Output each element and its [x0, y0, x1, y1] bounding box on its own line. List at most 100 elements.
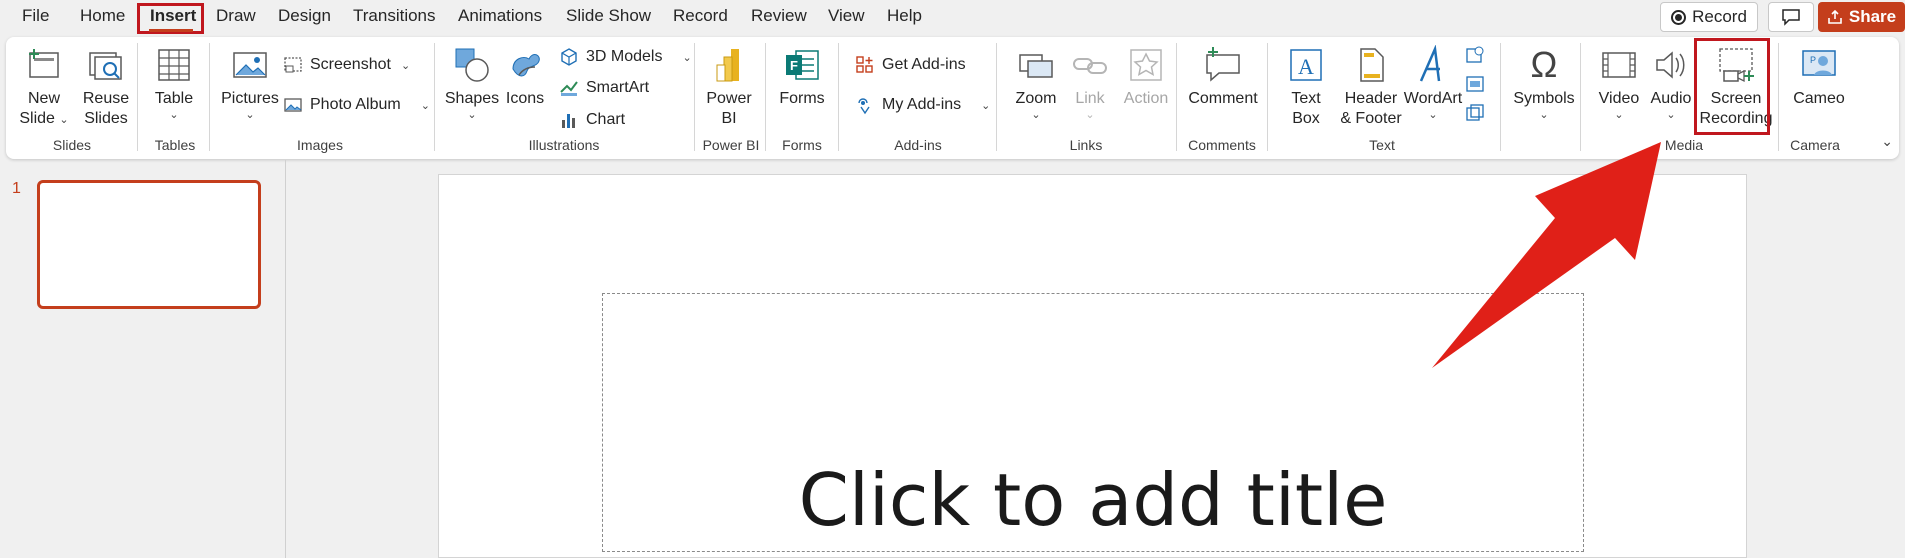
- group-label-media: Media: [1664, 137, 1704, 153]
- date-time-button[interactable]: [1464, 43, 1486, 67]
- group-label-comments: Comments: [1188, 137, 1256, 153]
- cameo-button[interactable]: P Cameo: [1788, 43, 1850, 109]
- power-bi-button[interactable]: Power BI: [706, 43, 752, 129]
- chevron-down-icon: ⌄: [400, 59, 411, 72]
- menu-animations[interactable]: Animations: [458, 6, 542, 26]
- 3d-models-button[interactable]: 3D Models ⌄: [558, 44, 692, 70]
- menu-file[interactable]: File: [22, 6, 49, 26]
- chevron-down-icon: ⌄: [1085, 109, 1095, 121]
- wordart-icon: [1411, 43, 1455, 87]
- reuse-slides-button[interactable]: Reuse Slides: [80, 43, 132, 129]
- chevron-down-icon: ⌄: [245, 109, 255, 121]
- object-button[interactable]: [1464, 101, 1486, 125]
- power-bi-label-2: BI: [721, 110, 737, 127]
- group-label-forms: Forms: [782, 137, 822, 153]
- group-separator: [1267, 43, 1268, 151]
- audio-button[interactable]: Audio ⌄: [1648, 43, 1694, 121]
- slide-number: 1: [12, 180, 21, 197]
- menu-design[interactable]: Design: [278, 6, 331, 26]
- icons-icon: [503, 43, 547, 87]
- screenshot-label: Screenshot: [310, 56, 391, 73]
- header-footer-button[interactable]: Header & Footer: [1336, 43, 1406, 129]
- symbols-button[interactable]: Ω Symbols ⌄: [1510, 43, 1578, 122]
- slide-number-button[interactable]: [1464, 72, 1486, 96]
- collapse-ribbon-chevron-icon[interactable]: ⌄: [1881, 133, 1893, 150]
- zoom-button[interactable]: Zoom ⌄: [1012, 43, 1060, 121]
- menu-help[interactable]: Help: [887, 6, 922, 26]
- wordart-button[interactable]: WordArt ⌄: [1402, 43, 1464, 121]
- shapes-icon: [450, 43, 494, 87]
- text-box-icon: A: [1284, 43, 1328, 87]
- icons-button[interactable]: Icons: [502, 43, 548, 109]
- smartart-button[interactable]: SmartArt: [558, 75, 649, 101]
- chevron-down-icon: ⌄: [1539, 109, 1549, 121]
- chevron-down-icon: ⌄: [682, 51, 692, 64]
- video-icon: [1597, 43, 1641, 87]
- pictures-label: Pictures: [221, 90, 279, 107]
- table-button[interactable]: Table ⌄: [150, 43, 198, 121]
- shapes-button[interactable]: Shapes ⌄: [444, 43, 500, 121]
- menu-review[interactable]: Review: [751, 6, 807, 26]
- comment-label: Comment: [1188, 90, 1258, 107]
- group-label-power-bi: Power BI: [702, 137, 760, 153]
- chevron-down-icon: ⌄: [467, 109, 477, 121]
- text-box-label-2: Box: [1292, 110, 1320, 127]
- forms-icon: F: [780, 43, 824, 87]
- menu-bar: File Home Insert Draw Design Transitions…: [0, 0, 1905, 36]
- menu-transitions[interactable]: Transitions: [353, 6, 436, 26]
- zoom-icon: [1014, 43, 1058, 87]
- chart-icon: [558, 109, 580, 131]
- menu-view[interactable]: View: [828, 6, 865, 26]
- chart-button[interactable]: Chart: [558, 107, 625, 133]
- group-separator: [1778, 43, 1779, 151]
- my-add-ins-icon: [854, 94, 876, 116]
- screen-recording-highlight-box: [1694, 38, 1770, 135]
- group-label-links: Links: [1069, 137, 1103, 153]
- menu-slide-show[interactable]: Slide Show: [566, 6, 651, 26]
- video-button[interactable]: Video ⌄: [1594, 43, 1644, 121]
- get-add-ins-button[interactable]: Get Add-ins: [854, 52, 966, 78]
- my-add-ins-button[interactable]: My Add-ins ⌄: [854, 92, 990, 118]
- forms-label: Forms: [779, 90, 825, 107]
- new-comment-icon: [1201, 43, 1245, 87]
- pictures-button[interactable]: Pictures ⌄: [220, 43, 280, 121]
- svg-text:P: P: [1810, 55, 1816, 65]
- link-label: Link: [1075, 90, 1105, 107]
- link-button[interactable]: Link ⌄: [1068, 43, 1112, 121]
- new-slide-button[interactable]: New Slide ⌄: [19, 43, 69, 129]
- text-box-button[interactable]: A Text Box: [1282, 43, 1330, 129]
- menu-home[interactable]: Home: [80, 6, 125, 26]
- my-add-ins-label: My Add-ins: [882, 96, 962, 113]
- action-button[interactable]: Action: [1122, 43, 1170, 109]
- comments-button[interactable]: [1768, 2, 1814, 32]
- comment-button[interactable]: Comment: [1188, 43, 1258, 109]
- wordart-label: WordArt: [1403, 90, 1463, 107]
- menu-record[interactable]: Record: [673, 6, 728, 26]
- reuse-slides-label-2: Slides: [84, 110, 128, 127]
- table-icon: [152, 43, 196, 87]
- link-icon: [1068, 43, 1112, 87]
- shapes-label: Shapes: [444, 90, 500, 107]
- group-label-text: Text: [1369, 137, 1395, 153]
- reuse-slides-icon: [84, 43, 128, 87]
- menu-draw[interactable]: Draw: [216, 6, 256, 26]
- power-bi-label-1: Power: [706, 90, 752, 107]
- screenshot-button[interactable]: Screenshot ⌄: [282, 52, 410, 78]
- header-footer-label-2: & Footer: [1340, 110, 1402, 127]
- chevron-down-icon: ⌄: [1031, 109, 1041, 121]
- chevron-down-icon: ⌄: [1614, 109, 1624, 121]
- slide-thumbnail[interactable]: [37, 180, 261, 309]
- forms-button[interactable]: F Forms: [778, 43, 826, 109]
- cameo-label: Cameo: [1793, 90, 1845, 107]
- chevron-down-icon: ⌄: [169, 109, 179, 121]
- record-icon: [1671, 9, 1687, 25]
- active-tab-underline: [149, 29, 193, 32]
- header-footer-icon: [1349, 43, 1393, 87]
- action-star-icon: [1124, 43, 1168, 87]
- share-button[interactable]: Share: [1818, 2, 1905, 32]
- group-separator: [996, 43, 997, 151]
- group-separator: [838, 43, 839, 151]
- group-separator: [1500, 43, 1501, 151]
- photo-album-button[interactable]: Photo Album ⌄: [282, 92, 430, 118]
- record-button[interactable]: Record: [1660, 2, 1758, 32]
